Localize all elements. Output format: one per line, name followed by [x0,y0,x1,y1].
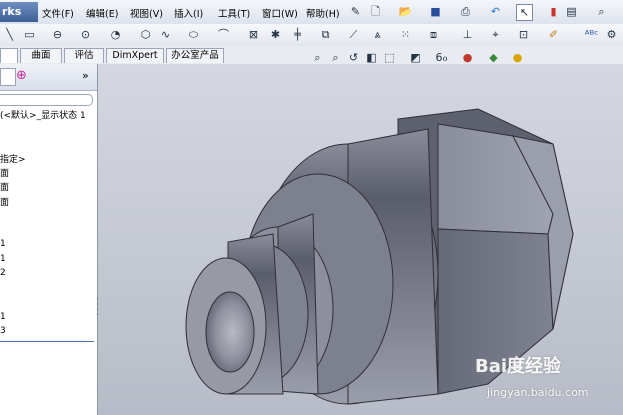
rectangle-icon[interactable]: ▭ [22,27,37,42]
tab-dimxpert[interactable]: DimXpert [106,48,164,63]
zoom-to-fit-icon[interactable]: ⌕ [310,50,325,65]
options-icon[interactable]: ▤ [564,4,579,19]
tab-surfaces[interactable]: 曲面 [20,48,62,63]
fillet-icon[interactable]: ⌒ [216,27,231,42]
app-logo: rks [0,2,38,22]
view-toolbar: ⌕ ⌕ ↺ ◧ ⬚ ◩ 6ℴ ● ◆ ● [310,50,540,66]
new-document-icon[interactable]: 🗋 [368,4,383,19]
config-manager-icon[interactable]: ⊕ [16,68,27,83]
ellipse-icon[interactable]: ⬭ [186,27,201,42]
panel-tab-feature-tree[interactable] [0,68,16,86]
menu-bar: rks 文件(F) 编辑(E) 视图(V) 插入(I) 工具(T) 窗口(W) … [0,0,623,25]
move-entities-icon[interactable]: ⧈ [426,27,441,42]
tab-office-products[interactable]: 办公室产品 [166,48,224,63]
rebuild-icon[interactable]: ▮ [546,4,561,19]
sketch-text-icon[interactable]: ⊠ [246,27,261,42]
spline-icon[interactable]: ∿ [158,27,173,42]
menu-insert[interactable]: 插入(I) [174,6,203,20]
feature-manager-panel: ⊕ » (<默认>_显示状态 1 指定> 面 面 面 1 1 2 1 3 [0,64,98,415]
trim-icon[interactable]: ⟋ [346,27,361,42]
zoom-area-icon[interactable]: ⌕ [328,50,343,65]
tab-evaluate[interactable]: 评估 [64,48,104,63]
view-orientation-icon[interactable]: ⬚ [382,50,397,65]
filter-input[interactable] [0,94,93,106]
select-icon[interactable]: ↖ [516,4,533,21]
arc-icon[interactable]: ◔ [108,27,123,42]
pin-icon[interactable]: ✎ [348,4,363,19]
section-view-icon[interactable]: ◧ [364,50,379,65]
realview-icon[interactable]: ● [510,50,525,65]
repair-sketch-icon[interactable]: ⌖ [488,27,503,42]
tree-item-feature-3[interactable]: 2 [0,268,6,278]
tree-item-feature-5[interactable]: 3 [0,326,6,336]
spell-check-icon[interactable]: ᴬᴮᶜ [584,27,599,42]
tree-item-feature-2[interactable]: 1 [0,254,6,264]
slot-icon[interactable]: ⊖ [50,27,65,42]
relations-icon[interactable]: ⊥ [460,27,475,42]
appearance-icon[interactable]: ● [460,50,475,65]
tree-item-root[interactable]: (<默认>_显示状态 1 [0,108,86,121]
tree-item-plane-right[interactable]: 面 [0,195,9,208]
menu-view[interactable]: 视图(V) [130,6,163,20]
watermark-url: jingyan.baidu.com [487,386,589,399]
watermark-logo: Bai度经验 [475,356,562,377]
undo-icon[interactable]: ↶ [488,4,503,19]
save-icon[interactable]: ■ [428,4,443,19]
scene-icon[interactable]: ◆ [486,50,501,65]
centerline-icon[interactable]: ╪ [290,27,305,42]
sketch-toolbar: ╲ ▭ ⊖ ⊙ ◔ ⬡ ∿ ⬭ ⌒ ⊠ ✱ ╪ ⧉ ⟋ ⩓ ⁙ ⧈ ⊥ ⌖ ⊡ … [0,24,623,47]
sketch-plane-icon[interactable]: ⊡ [516,27,531,42]
polygon-icon[interactable]: ⬡ [138,27,153,42]
pattern-icon[interactable]: ⁙ [398,27,413,42]
center-bore [205,291,255,373]
sketch-line-icon[interactable]: ╲ [2,27,17,42]
tree-item-feature-1[interactable]: 1 [0,239,6,249]
mirror-icon[interactable]: ⩓ [370,27,385,42]
rollback-bar[interactable] [0,341,94,342]
tree-item-plane-top[interactable]: 面 [0,180,9,193]
hide-show-icon[interactable]: 6ℴ [434,50,449,65]
offset-icon[interactable]: ⧉ [318,27,333,42]
sketch-exit-icon[interactable]: ✐ [546,27,561,42]
open-icon[interactable]: 📂 [398,4,413,19]
menu-edit[interactable]: 编辑(E) [86,6,118,20]
tree-item-material[interactable]: 指定> [0,152,26,165]
menu-help[interactable]: 帮助(H) [306,6,340,20]
quick-search-icon[interactable]: ⌕ [594,4,609,19]
point-icon[interactable]: ✱ [268,27,283,42]
tree-item-plane-front[interactable]: 面 [0,166,9,179]
panel-header: ⊕ » [0,64,97,91]
menu-window[interactable]: 窗口(W) [262,6,298,20]
tree-item-feature-4[interactable]: 1 [0,312,6,322]
expand-panel-icon[interactable]: » [82,69,89,82]
menu-tools[interactable]: 工具(T) [218,6,250,20]
circle-icon[interactable]: ⊙ [78,27,93,42]
previous-view-icon[interactable]: ↺ [346,50,361,65]
tab-features[interactable] [0,48,18,63]
display-style-icon[interactable]: ◩ [408,50,423,65]
options-small-icon[interactable]: ⚙ [604,27,619,42]
print-icon[interactable]: ⎙ [458,4,473,19]
menu-file[interactable]: 文件(F) [42,6,74,20]
